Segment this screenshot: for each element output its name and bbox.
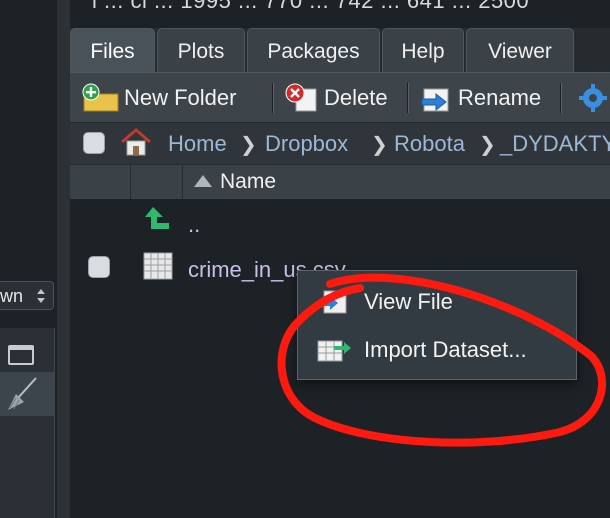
menu-item-label: Import Dataset... [364, 337, 527, 362]
file-list-header: Name [70, 164, 610, 199]
column-divider [130, 165, 131, 199]
rename-button[interactable]: Rename [418, 73, 541, 123]
toolbar-separator [272, 83, 274, 113]
new-folder-label: New Folder [124, 85, 237, 110]
files-toolbar: New Folder Delete Rename [70, 72, 610, 123]
pane-splitter[interactable] [57, 0, 70, 518]
delete-label: Delete [324, 85, 388, 110]
new-folder-icon [82, 83, 119, 112]
up-arrow-icon [145, 207, 169, 229]
left-pane-select-value: wn [0, 286, 24, 306]
menu-item-label: View File [364, 289, 453, 314]
home-icon[interactable] [119, 127, 153, 157]
menu-item-view-file[interactable]: View File [298, 279, 576, 325]
rename-icon [421, 88, 449, 112]
breadcrumb-dropbox[interactable]: Dropbox [265, 131, 348, 157]
breadcrumb-separator: ❯ [371, 134, 388, 156]
file-context-menu: View File Import Dataset... [297, 270, 577, 380]
column-divider [182, 165, 183, 199]
new-folder-button[interactable]: New Folder [80, 73, 236, 123]
breadcrumb-separator: ❯ [479, 134, 496, 156]
tab-help[interactable]: Help [382, 28, 464, 72]
tab-viewer[interactable]: Viewer [466, 28, 574, 72]
sort-ascending-icon [194, 175, 212, 187]
view-file-icon [318, 290, 347, 314]
toolbar-separator [407, 83, 409, 113]
breadcrumb-home[interactable]: Home [168, 131, 227, 157]
name-column-header[interactable]: Name [220, 170, 276, 194]
pane-tab-bar: Files Plots Packages Help Viewer [70, 28, 610, 72]
tab-files[interactable]: Files [70, 28, 155, 72]
delete-icon [285, 83, 317, 112]
file-row-checkbox[interactable] [88, 256, 110, 278]
left-pane-select[interactable]: wn [0, 281, 54, 310]
breadcrumb-separator: ❯ [240, 134, 257, 156]
clear-button[interactable] [0, 372, 54, 416]
window-icon[interactable] [8, 345, 34, 365]
tab-packages[interactable]: Packages [247, 28, 380, 72]
gear-icon [579, 84, 607, 112]
breadcrumb: Home ❯ Dropbox ❯ Robota ❯ _DYDAKTY [70, 122, 610, 165]
console-output-partial: i ... ci ... 1995 ... 770 ... 742 ... 64… [92, 0, 530, 13]
parent-directory-link[interactable]: .. [188, 212, 200, 238]
tab-plots[interactable]: Plots [157, 28, 245, 72]
import-dataset-icon [317, 340, 351, 362]
menu-item-import-dataset[interactable]: Import Dataset... [298, 327, 576, 373]
select-all-checkbox[interactable] [83, 132, 105, 154]
spreadsheet-icon [143, 252, 173, 280]
more-button[interactable] [578, 73, 608, 123]
toolbar-separator [560, 83, 562, 113]
select-arrows-icon [37, 289, 45, 303]
breadcrumb-dydakty[interactable]: _DYDAKTY [500, 131, 610, 157]
breadcrumb-robota[interactable]: Robota [394, 131, 465, 157]
rename-label: Rename [458, 85, 542, 110]
broom-icon [8, 377, 37, 410]
delete-button[interactable]: Delete [284, 73, 388, 123]
